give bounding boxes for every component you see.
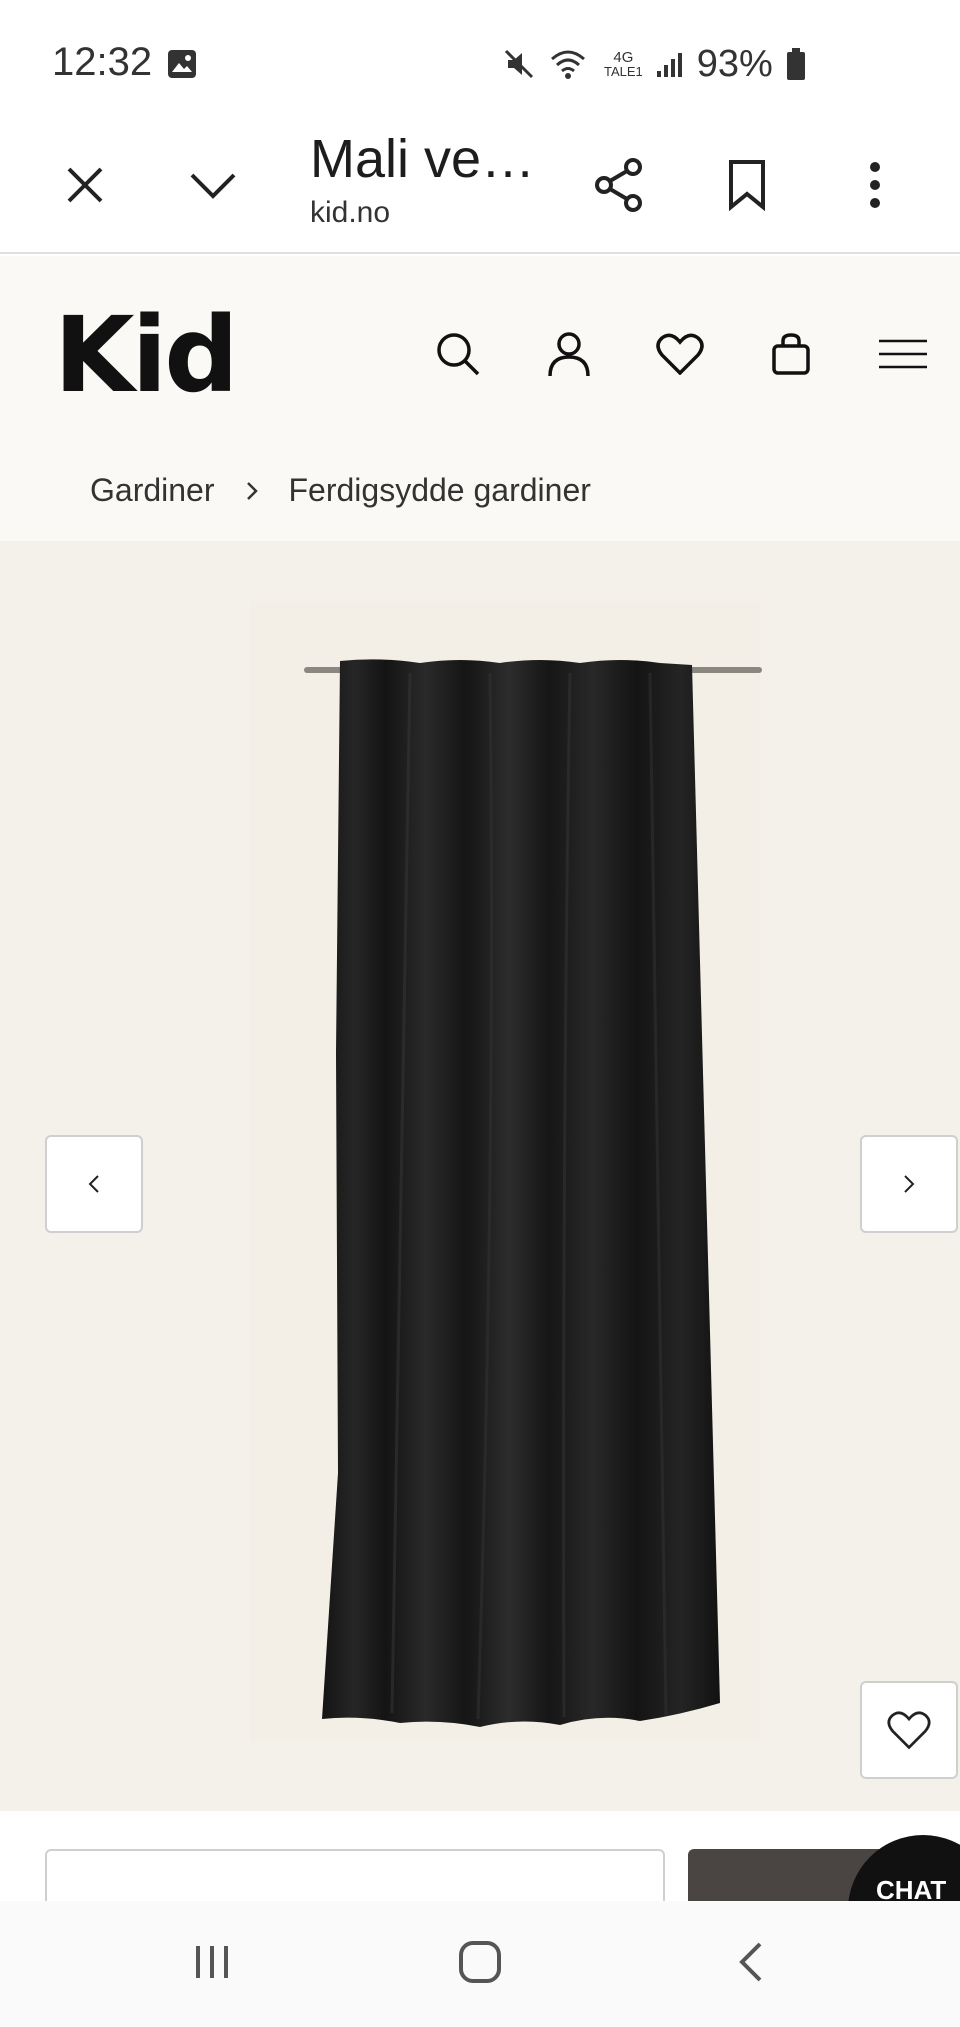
add-to-wishlist-button[interactable] [860, 1681, 958, 1779]
minimize-button[interactable] [178, 150, 248, 220]
chevron-left-icon [88, 1175, 99, 1193]
battery-icon [786, 48, 805, 80]
gallery-notification-icon [168, 50, 196, 78]
recent-apps-icon [196, 1946, 228, 1978]
chat-button[interactable]: CHAT [848, 1835, 960, 1901]
site-header: Kid Gardiner Ferdigsydde gardiner [0, 256, 960, 541]
breadcrumb-link-gardiner[interactable]: Gardiner [90, 472, 215, 509]
more-options-button[interactable] [840, 150, 910, 220]
search-button[interactable] [428, 324, 488, 384]
system-nav-bar [0, 1901, 960, 2027]
product-options-panel: CHAT [0, 1811, 960, 1901]
battery-text: 93% [696, 42, 773, 85]
cart-button[interactable] [761, 324, 821, 384]
breadcrumb: Gardiner Ferdigsydde gardiner [90, 472, 591, 509]
share-button[interactable] [584, 150, 654, 220]
close-button[interactable] [50, 150, 120, 220]
home-button[interactable] [440, 1927, 520, 1997]
back-icon [739, 1942, 762, 1982]
home-icon [459, 1941, 501, 1983]
bag-icon [772, 333, 810, 375]
share-icon [595, 158, 642, 212]
recent-apps-button[interactable] [172, 1927, 252, 1997]
more-vert-icon [870, 162, 880, 208]
account-button[interactable] [539, 324, 599, 384]
menu-icon [879, 339, 927, 369]
bookmark-icon [729, 160, 765, 211]
user-icon [548, 332, 590, 377]
network-label: 4G TALE1 [604, 49, 643, 79]
back-button[interactable] [710, 1927, 790, 1997]
mute-icon [504, 49, 534, 79]
kid-logo[interactable]: Kid [54, 294, 239, 416]
wifi-icon [551, 50, 585, 79]
heart-icon [656, 333, 704, 375]
product-image-curtain[interactable] [300, 653, 770, 1833]
size-select[interactable] [45, 1849, 665, 1901]
chevron-right-icon [904, 1175, 915, 1193]
chat-label: CHAT [876, 1875, 947, 1901]
system-icons: 4G TALE1 93% [502, 42, 807, 85]
wishlist-button[interactable] [650, 324, 710, 384]
search-icon [437, 333, 480, 376]
heart-icon [887, 1711, 931, 1750]
signal-icon [656, 53, 682, 77]
page-domain: kid.no [310, 196, 391, 229]
browser-toolbar: Mali ve… kid.no [0, 120, 960, 254]
chevron-down-icon [190, 173, 236, 199]
product-gallery [0, 541, 960, 1811]
gallery-next-button[interactable] [860, 1135, 958, 1233]
breadcrumb-link-ferdigsydde[interactable]: Ferdigsydde gardiner [289, 472, 591, 509]
close-icon [67, 167, 103, 203]
bookmark-button[interactable] [712, 150, 782, 220]
status-bar: 12:32 4G TALE1 93% [0, 0, 960, 120]
chevron-right-icon [245, 480, 259, 502]
page-title: Mali ve… [310, 129, 536, 189]
menu-button[interactable] [873, 324, 933, 384]
gallery-prev-button[interactable] [45, 1135, 143, 1233]
status-time: 12:32 [52, 40, 153, 84]
